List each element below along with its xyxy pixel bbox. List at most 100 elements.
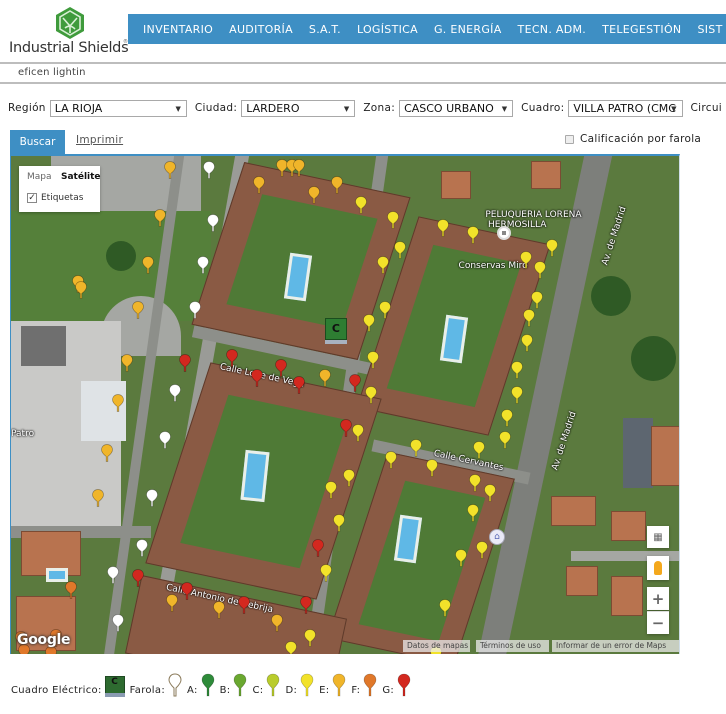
streetlight-pin-unrated[interactable] xyxy=(197,256,210,274)
streetlight-pin-grade-e[interactable] xyxy=(142,256,155,274)
streetlight-pin-grade-e[interactable] xyxy=(318,368,331,387)
streetlight-pin-grade-g[interactable] xyxy=(132,568,145,587)
report-map-error-link[interactable]: Informar de un error de Maps xyxy=(552,640,679,652)
satellite-map[interactable]: PELUQUERIA LORENA HERMOSILLA Conservas Mir… xyxy=(10,154,680,654)
streetlight-pin-grade-g[interactable] xyxy=(293,376,305,394)
tab-buscar[interactable]: Buscar xyxy=(10,130,65,154)
streetlight-pin-grade-e[interactable] xyxy=(92,488,104,507)
region-select[interactable]: LA RIOJA ▼ xyxy=(49,99,187,117)
nav-tecn-adm[interactable]: TECN. ADM. xyxy=(518,23,587,36)
streetlight-pin-grade-g[interactable] xyxy=(340,418,352,437)
streetlight-pin-grade-e[interactable] xyxy=(153,208,166,227)
nav-sat[interactable]: S.A.T. xyxy=(309,23,341,36)
streetlight-pin-grade-d[interactable] xyxy=(385,451,397,469)
streetlight-pin-grade-e[interactable] xyxy=(121,353,133,372)
streetlight-pin-grade-e[interactable] xyxy=(132,301,145,319)
streetlight-pin-grade-d[interactable] xyxy=(467,226,480,244)
streetlight-pin-grade-f[interactable] xyxy=(65,581,78,599)
streetlight-pin-grade-e[interactable] xyxy=(165,593,178,612)
streetlight-pin-unrated[interactable] xyxy=(145,488,158,507)
streetlight-pin-grade-g[interactable] xyxy=(275,358,287,377)
streetlight-pin-grade-e[interactable] xyxy=(293,158,305,177)
streetlight-pin-grade-e[interactable] xyxy=(271,613,283,632)
streetlight-pin-grade-d[interactable] xyxy=(500,408,513,427)
streetlight-pin-grade-g[interactable] xyxy=(238,596,251,614)
google-logo[interactable]: Google xyxy=(17,632,71,648)
map-type-mapa-button[interactable]: Mapa xyxy=(27,172,52,182)
streetlight-pin-grade-d[interactable] xyxy=(320,563,332,582)
streetlight-pin-grade-d[interactable] xyxy=(534,261,547,279)
streetlight-pin-grade-d[interactable] xyxy=(484,483,496,502)
nav-telegestion[interactable]: TELEGESTIÓN xyxy=(602,23,681,36)
streetlight-pin-grade-g[interactable] xyxy=(348,373,361,392)
streetlight-pin-unrated[interactable] xyxy=(202,161,215,179)
streetlight-pin-grade-d[interactable] xyxy=(510,361,523,379)
streetlight-pin-grade-d[interactable] xyxy=(376,256,389,274)
streetlight-pin-grade-d[interactable] xyxy=(304,628,317,647)
streetlight-pin-grade-e[interactable] xyxy=(163,161,176,179)
cuadro-select[interactable]: VILLA PATRO (CMC ▼ xyxy=(568,99,683,117)
nav-auditoria[interactable]: AUDITORÍA xyxy=(229,23,293,36)
streetlight-pin-unrated[interactable] xyxy=(106,566,119,584)
streetlight-pin-unrated[interactable] xyxy=(169,383,181,402)
streetlight-pin-grade-g[interactable] xyxy=(312,538,324,557)
streetlight-pin-grade-e[interactable] xyxy=(112,393,125,412)
streetlight-pin-grade-d[interactable] xyxy=(325,481,338,499)
nav-g-energia[interactable]: G. ENERGÍA xyxy=(434,23,502,36)
streetlight-pin-grade-d[interactable] xyxy=(410,438,423,457)
streetlight-pin-unrated[interactable] xyxy=(112,613,125,632)
brand-logo[interactable]: Industrial Shields ® xyxy=(6,4,130,58)
streetlight-pin-grade-d[interactable] xyxy=(333,513,346,532)
nav-sistema[interactable]: SIST xyxy=(697,23,722,36)
streetlight-pin-grade-d[interactable] xyxy=(476,541,488,559)
calificacion-toggle[interactable]: Calificación por farola xyxy=(565,133,701,145)
ciudad-select[interactable]: LARDERO ▼ xyxy=(241,99,356,117)
streetlight-pin-grade-d[interactable] xyxy=(387,211,399,229)
streetlight-pin-grade-d[interactable] xyxy=(366,351,379,369)
streetlight-pin-grade-g[interactable] xyxy=(251,368,263,387)
streetlight-pin-grade-d[interactable] xyxy=(343,468,356,487)
streetlight-pin-grade-d[interactable] xyxy=(425,458,438,477)
etiquetas-toggle[interactable]: ✓ Etiquetas xyxy=(27,193,83,203)
streetlight-pin-grade-d[interactable] xyxy=(546,238,559,257)
map-layers-button[interactable]: ▦ xyxy=(647,526,669,548)
streetlight-pin-grade-g[interactable] xyxy=(181,582,194,600)
zona-select[interactable]: CASCO URBANO ▼ xyxy=(399,99,514,117)
streetlight-pin-grade-d[interactable] xyxy=(354,196,367,214)
streetlight-pin-grade-d[interactable] xyxy=(455,548,468,567)
streetlight-pin-grade-d[interactable] xyxy=(467,503,480,522)
zoom-in-button[interactable]: + xyxy=(647,587,669,610)
poi-shop-icon[interactable] xyxy=(497,226,511,240)
streetlight-pin-grade-e[interactable] xyxy=(253,176,265,194)
streetlight-pin-grade-d[interactable] xyxy=(531,291,543,309)
calificacion-checkbox[interactable] xyxy=(565,134,574,144)
streetlight-pin-unrated[interactable] xyxy=(207,213,220,232)
streetlight-pin-unrated[interactable] xyxy=(159,431,171,449)
streetlight-pin-grade-e[interactable] xyxy=(212,601,225,619)
streetlight-pin-grade-d[interactable] xyxy=(523,308,535,327)
streetlight-pin-grade-g[interactable] xyxy=(226,348,238,367)
streetlight-pin-grade-d[interactable] xyxy=(363,313,376,332)
tab-imprimir[interactable]: Imprimir xyxy=(76,134,123,146)
streetlight-pin-grade-e[interactable] xyxy=(75,281,88,299)
streetlight-pin-grade-d[interactable] xyxy=(439,598,452,617)
streetlight-pin-grade-d[interactable] xyxy=(379,301,391,319)
streetlight-pin-grade-e[interactable] xyxy=(307,186,320,204)
streetlight-pin-grade-d[interactable] xyxy=(365,386,378,404)
map-type-satelite-button[interactable]: Satélite xyxy=(61,172,101,182)
streetlight-pin-grade-d[interactable] xyxy=(472,441,485,459)
streetlight-pin-unrated[interactable] xyxy=(135,538,148,557)
zoom-out-button[interactable]: − xyxy=(647,611,669,634)
nav-logistica[interactable]: LOGÍSTICA xyxy=(357,23,418,36)
streetlight-pin-grade-g[interactable] xyxy=(299,596,312,614)
streetlight-pin-grade-d[interactable] xyxy=(519,251,532,269)
streetlight-pin-unrated[interactable] xyxy=(189,301,202,319)
streetlight-pin-grade-d[interactable] xyxy=(437,218,449,237)
poi-shopping-bag-icon[interactable]: ⌂ xyxy=(489,529,505,545)
streetlight-pin-grade-d[interactable] xyxy=(510,386,523,404)
checkmark-icon[interactable]: ✓ xyxy=(27,193,37,203)
streetlight-pin-grade-d[interactable] xyxy=(499,431,512,449)
terms-of-use-link[interactable]: Términos de uso xyxy=(476,640,549,652)
streetlight-pin-grade-d[interactable] xyxy=(521,333,533,352)
map-data-link[interactable]: Datos de mapas xyxy=(403,640,470,652)
